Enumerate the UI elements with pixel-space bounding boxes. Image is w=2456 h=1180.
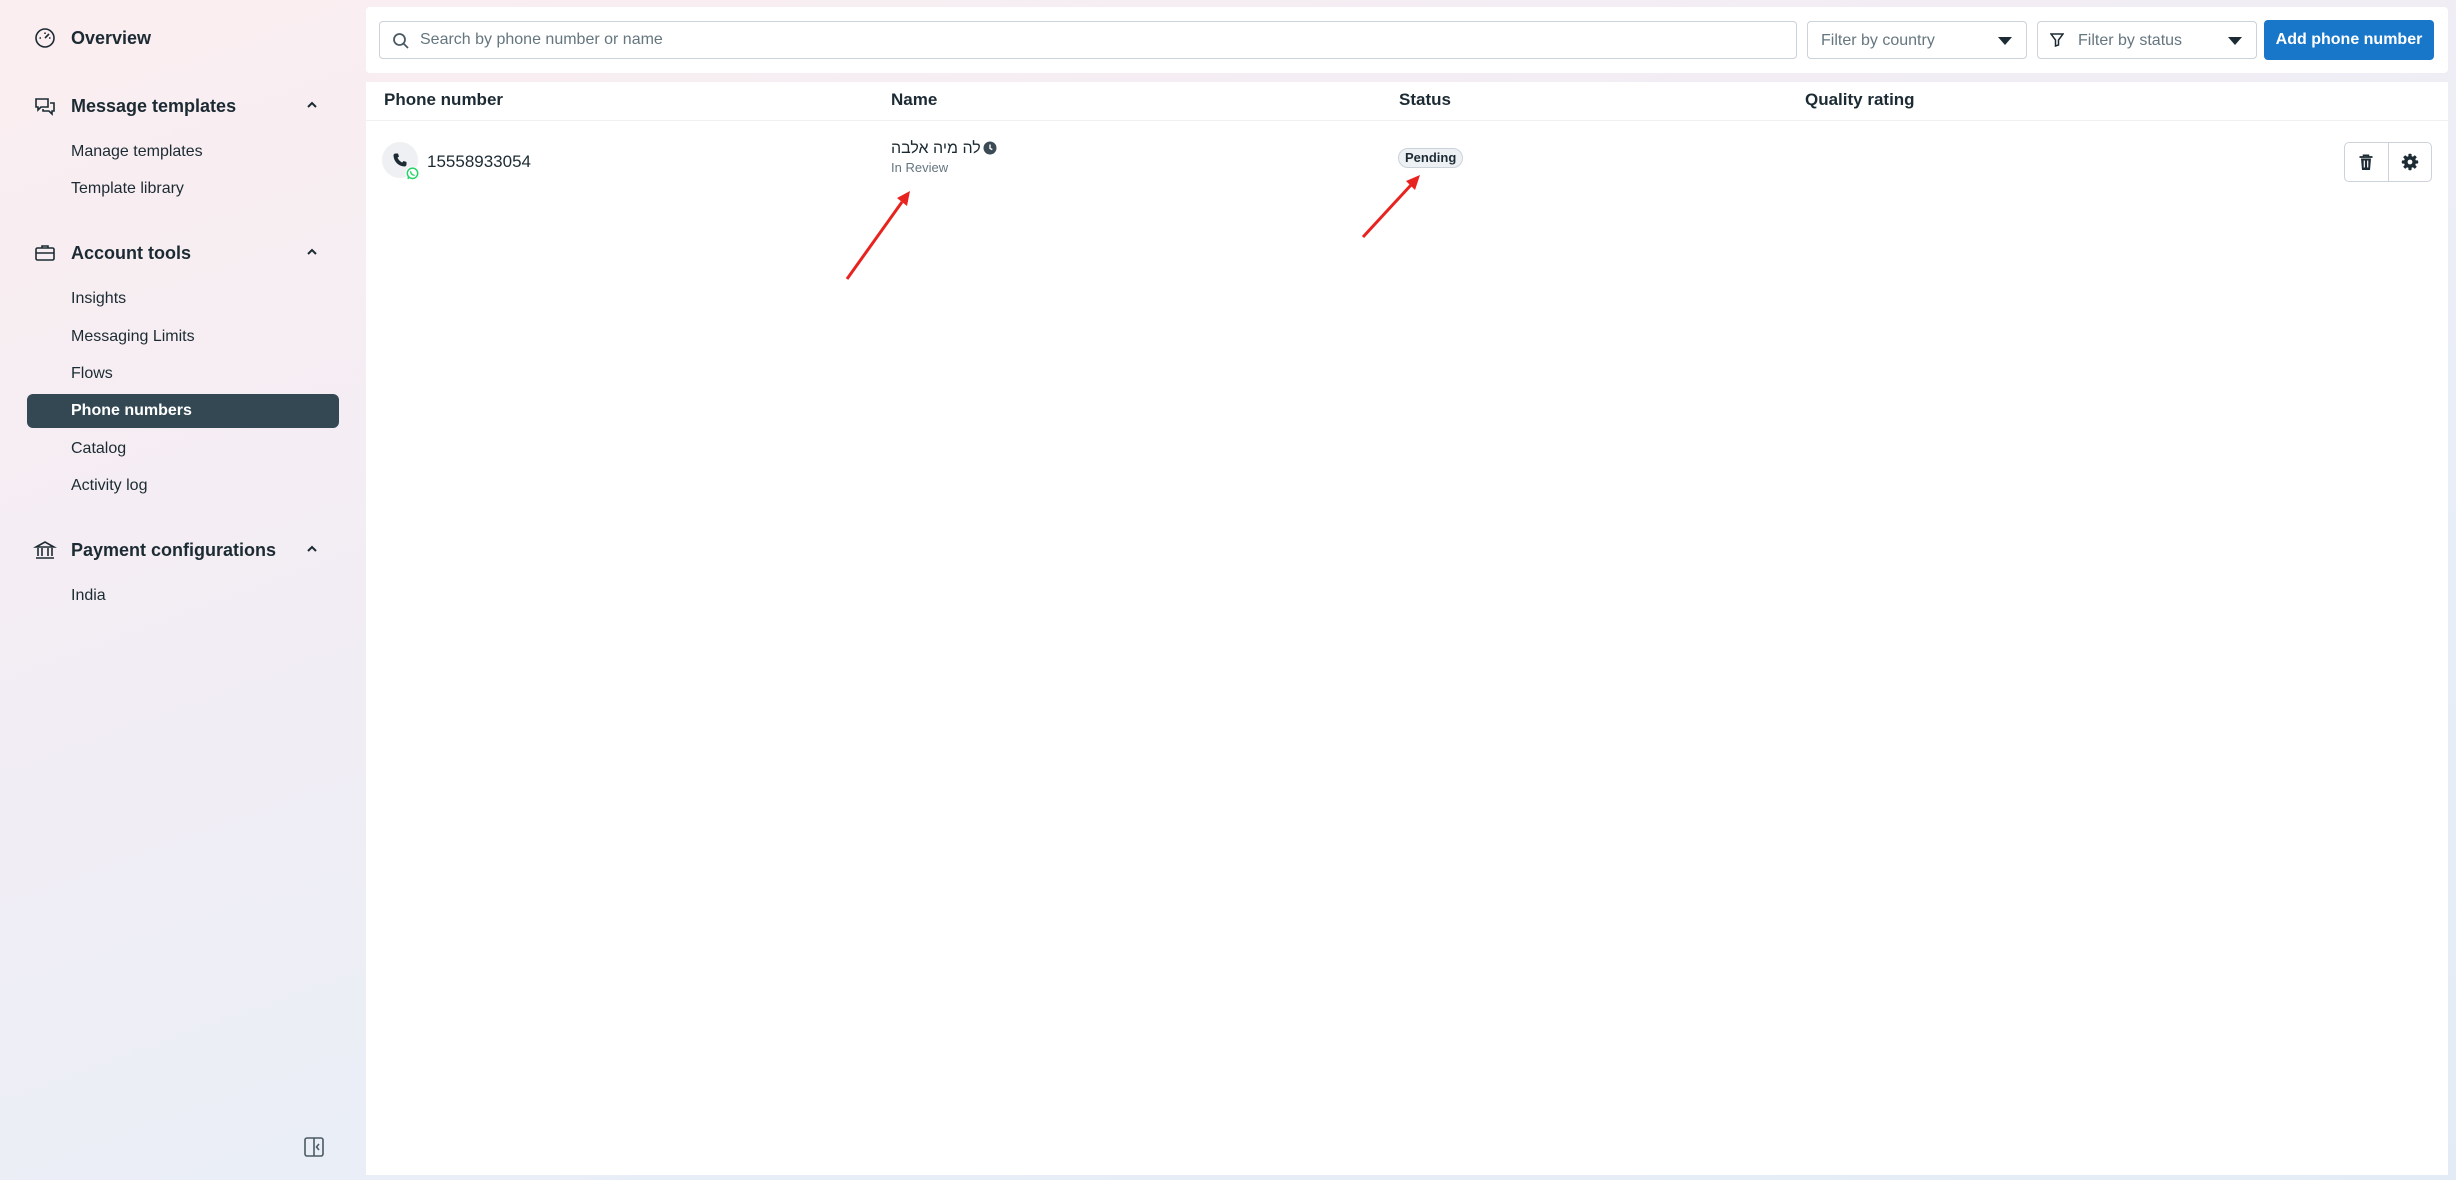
search-input[interactable] [420, 22, 1780, 58]
sidebar-item-insights[interactable]: Insights [27, 282, 339, 316]
sidebar-item-messaging-limits[interactable]: Messaging Limits [27, 320, 339, 354]
search-box[interactable] [379, 21, 1797, 59]
filter-funnel-icon [2050, 33, 2064, 47]
header-divider [366, 120, 2448, 121]
delete-button[interactable] [2345, 143, 2388, 181]
chevron-up-icon[interactable] [304, 244, 320, 260]
phone-avatar [382, 142, 420, 181]
nav-overview[interactable]: Overview [33, 24, 151, 52]
add-phone-number-button[interactable]: Add phone number [2264, 20, 2434, 60]
gauge-icon [33, 26, 57, 50]
sidebar-item-phone-numbers[interactable]: Phone numbers [27, 394, 339, 428]
status-filter-select[interactable]: Filter by status [2037, 21, 2257, 59]
search-icon [392, 32, 410, 50]
toolbar: Filter by country Filter by status Add p… [366, 7, 2448, 73]
phone-number-value: 15558933054 [427, 152, 532, 171]
section-payment-configurations[interactable]: Payment configurations [33, 535, 323, 565]
collapse-sidebar-icon[interactable] [303, 1136, 325, 1158]
sidebar-item-catalog[interactable]: Catalog [27, 432, 339, 466]
row-actions [2344, 142, 2432, 182]
trash-icon [2358, 154, 2374, 171]
section-payment-configurations-label: Payment configurations [71, 539, 277, 560]
status-badge: Pending [1398, 148, 1464, 168]
country-filter-select[interactable]: Filter by country [1807, 21, 2027, 59]
sidebar-item-template-library[interactable]: Template library [27, 172, 339, 206]
section-account-tools[interactable]: Account tools [33, 238, 323, 268]
column-header-phone-number[interactable]: Phone number [384, 90, 503, 110]
bank-icon [33, 538, 57, 562]
clock-icon[interactable] [983, 141, 997, 155]
section-message-templates-label: Message templates [71, 95, 237, 116]
settings-button[interactable] [2387, 143, 2431, 181]
column-header-name[interactable]: Name [891, 90, 937, 110]
status-filter-label: Filter by status [2078, 32, 2183, 49]
sidebar-item-flows[interactable]: Flows [27, 357, 339, 391]
chevron-up-icon[interactable] [304, 541, 320, 557]
sidebar: Overview Message templates Manage templa… [0, 0, 365, 1180]
name-review-status: In Review [891, 160, 949, 175]
caret-down-icon [2228, 37, 2242, 45]
display-name-value: לה מיה אלבה [891, 140, 981, 157]
chevron-up-icon[interactable] [304, 97, 320, 113]
section-account-tools-label: Account tools [71, 242, 191, 263]
caret-down-icon [1998, 37, 2012, 45]
section-message-templates[interactable]: Message templates [33, 91, 323, 121]
sidebar-item-india[interactable]: India [27, 579, 339, 613]
column-header-quality-rating[interactable]: Quality rating [1805, 90, 1915, 110]
chat-bubbles-icon [33, 94, 57, 118]
country-filter-label: Filter by country [1821, 32, 1935, 49]
gear-icon [2401, 153, 2419, 171]
sidebar-item-activity-log[interactable]: Activity log [27, 469, 339, 503]
phone-numbers-table: Phone number Name Status Quality rating … [366, 82, 2448, 1175]
column-header-status[interactable]: Status [1399, 90, 1451, 110]
nav-overview-label: Overview [71, 27, 152, 48]
sidebar-item-manage-templates[interactable]: Manage templates [27, 135, 339, 169]
briefcase-icon [33, 241, 57, 265]
whatsapp-icon [405, 166, 420, 181]
